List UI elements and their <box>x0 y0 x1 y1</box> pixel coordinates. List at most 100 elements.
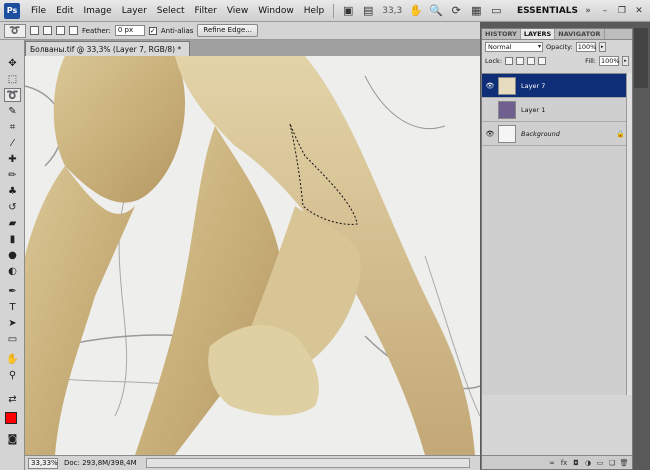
canvas-artwork <box>25 56 480 455</box>
blend-row: Normal Opacity: 100% ▸ <box>482 40 632 54</box>
pen-tool-icon[interactable]: ✒ <box>4 284 21 298</box>
brush-tool-icon[interactable]: ✏ <box>4 168 21 182</box>
options-bar: ➰ Feather: 0 px ✓ Anti-alias Refine Edge… <box>0 22 480 40</box>
history-brush-tool-icon[interactable]: ↺ <box>4 200 21 214</box>
add-mask-icon[interactable]: ◘ <box>572 459 580 467</box>
marquee-tool-icon[interactable]: ⬚ <box>4 72 21 86</box>
minimize-icon[interactable]: – <box>598 5 612 17</box>
eye-hidden-icon[interactable] <box>485 105 495 115</box>
quick-select-tool-icon[interactable]: ✎ <box>4 104 21 118</box>
quick-mask-icon[interactable]: ◙ <box>4 432 21 446</box>
workspace-label[interactable]: ESSENTIALS <box>517 6 578 16</box>
lock-position-icon[interactable] <box>527 57 536 65</box>
chevron-right-icon[interactable]: » <box>581 5 595 17</box>
new-layer-icon[interactable]: ❏ <box>608 459 616 467</box>
document-tab[interactable]: Болваны.tif @ 33,3% (Layer 7, RGB/8) * <box>25 41 191 56</box>
adjustment-layer-icon[interactable]: ◑ <box>584 459 592 467</box>
collapsed-panel-dock[interactable] <box>634 28 648 88</box>
layers-list: 👁 Layer 7 Layer 1 👁 Background 🔒 <box>482 73 632 395</box>
document-canvas[interactable] <box>25 56 480 455</box>
layer-name[interactable]: Background <box>521 130 616 138</box>
horizontal-scrollbar[interactable] <box>146 458 470 468</box>
clone-stamp-tool-icon[interactable]: ♣ <box>4 184 21 198</box>
blend-mode-select[interactable]: Normal <box>485 42 543 52</box>
lasso-preset-picker[interactable]: ➰ <box>4 23 26 38</box>
menu-layer[interactable]: Layer <box>117 6 152 16</box>
layers-scrollbar[interactable] <box>626 73 632 395</box>
fill-input[interactable]: 100% <box>599 56 620 66</box>
menu-help[interactable]: Help <box>299 6 330 16</box>
swap-colors-icon[interactable]: ⇄ <box>4 392 21 406</box>
eyedropper-tool-icon[interactable]: ⁄ <box>4 136 21 150</box>
feather-label: Feather: <box>82 26 111 35</box>
restore-icon[interactable]: ❐ <box>615 5 629 17</box>
new-group-icon[interactable]: ▭ <box>596 459 604 467</box>
panel-tabs: HISTORY LAYERS NAVIGATOR <box>482 29 632 40</box>
opacity-slider-button[interactable]: ▸ <box>598 42 606 52</box>
layer-row-background[interactable]: 👁 Background 🔒 <box>482 122 632 146</box>
type-tool-icon[interactable]: T <box>4 300 21 314</box>
lasso-tool-icon[interactable]: ➰ <box>4 88 21 102</box>
add-selection-icon[interactable] <box>43 26 52 35</box>
eye-icon[interactable]: 👁 <box>485 129 495 139</box>
hand-tool-icon[interactable]: ✋ <box>4 352 21 366</box>
gradient-tool-icon[interactable]: ▮ <box>4 232 21 246</box>
crop-tool-icon[interactable]: ⌗ <box>4 120 21 134</box>
path-selection-tool-icon[interactable]: ➤ <box>4 316 21 330</box>
lock-transparent-icon[interactable] <box>505 57 514 65</box>
layer-row-layer-7[interactable]: 👁 Layer 7 <box>482 74 632 98</box>
shape-tool-icon[interactable]: ▭ <box>4 332 21 346</box>
menu-edit[interactable]: Edit <box>51 6 78 16</box>
opacity-input[interactable]: 100% <box>575 42 596 52</box>
menu-view[interactable]: View <box>222 6 253 16</box>
menu-select[interactable]: Select <box>152 6 190 16</box>
feather-input[interactable]: 0 px <box>114 25 145 36</box>
subtract-selection-icon[interactable] <box>56 26 65 35</box>
lock-all-icon[interactable] <box>538 57 547 65</box>
intersect-selection-icon[interactable] <box>69 26 78 35</box>
menu-window[interactable]: Window <box>253 6 299 16</box>
bridge-icon[interactable]: ▣ <box>340 3 356 19</box>
screen-mode-icon[interactable]: ▭ <box>488 3 504 19</box>
zoom-icon[interactable]: 🔍 <box>428 3 444 19</box>
link-layers-icon[interactable]: ∞ <box>548 459 556 467</box>
zoom-tool-icon[interactable]: ⚲ <box>4 368 21 382</box>
close-icon[interactable]: ✕ <box>632 5 646 17</box>
workspace-switcher[interactable]: ESSENTIALS » – ❐ ✕ <box>517 5 650 17</box>
foreground-color-swatch[interactable] <box>5 412 17 424</box>
menu-image[interactable]: Image <box>79 6 117 16</box>
trash-icon[interactable]: 🗑 <box>620 459 629 467</box>
antialias-checkbox[interactable]: ✓ <box>148 26 157 35</box>
lasso-icon: ➰ <box>9 25 21 36</box>
healing-brush-tool-icon[interactable]: ✚ <box>4 152 21 166</box>
hand-icon[interactable]: ✋ <box>408 3 424 19</box>
view-extras-icon[interactable]: ▤ <box>360 3 376 19</box>
antialias-label: Anti-alias <box>160 26 194 35</box>
lock-row: Lock: Fill: 100% ▸ <box>482 54 632 68</box>
arrange-documents-icon[interactable]: ▦ <box>468 3 484 19</box>
layer-row-layer-1[interactable]: Layer 1 <box>482 98 632 122</box>
dodge-tool-icon[interactable]: ◐ <box>4 264 21 278</box>
layer-thumbnail <box>498 76 516 95</box>
status-bar: 33,33% Doc: 293,8M/398,4M <box>25 455 480 470</box>
fx-icon[interactable]: fx <box>560 459 568 467</box>
zoom-level[interactable]: 33,3 <box>382 6 402 16</box>
tab-layers[interactable]: LAYERS <box>520 29 556 39</box>
tab-navigator[interactable]: NAVIGATOR <box>555 29 605 39</box>
layer-name[interactable]: Layer 1 <box>521 106 632 114</box>
refine-edge-button[interactable]: Refine Edge... <box>197 24 258 37</box>
eraser-tool-icon[interactable]: ▰ <box>4 216 21 230</box>
status-zoom-field[interactable]: 33,33% <box>28 457 58 469</box>
move-tool-icon[interactable]: ✥ <box>4 56 21 70</box>
lock-image-icon[interactable] <box>516 57 525 65</box>
rotate-view-icon[interactable]: ⟳ <box>448 3 464 19</box>
eye-icon[interactable]: 👁 <box>485 81 495 91</box>
menu-filter[interactable]: Filter <box>190 6 222 16</box>
fill-slider-button[interactable]: ▸ <box>622 56 629 66</box>
layer-name[interactable]: Layer 7 <box>521 82 632 90</box>
tab-history[interactable]: HISTORY <box>482 29 521 39</box>
blur-tool-icon[interactable]: ● <box>4 248 21 262</box>
menu-bar: Ps File Edit Image Layer Select Filter V… <box>0 0 650 22</box>
new-selection-icon[interactable] <box>30 26 39 35</box>
menu-file[interactable]: File <box>26 6 51 16</box>
